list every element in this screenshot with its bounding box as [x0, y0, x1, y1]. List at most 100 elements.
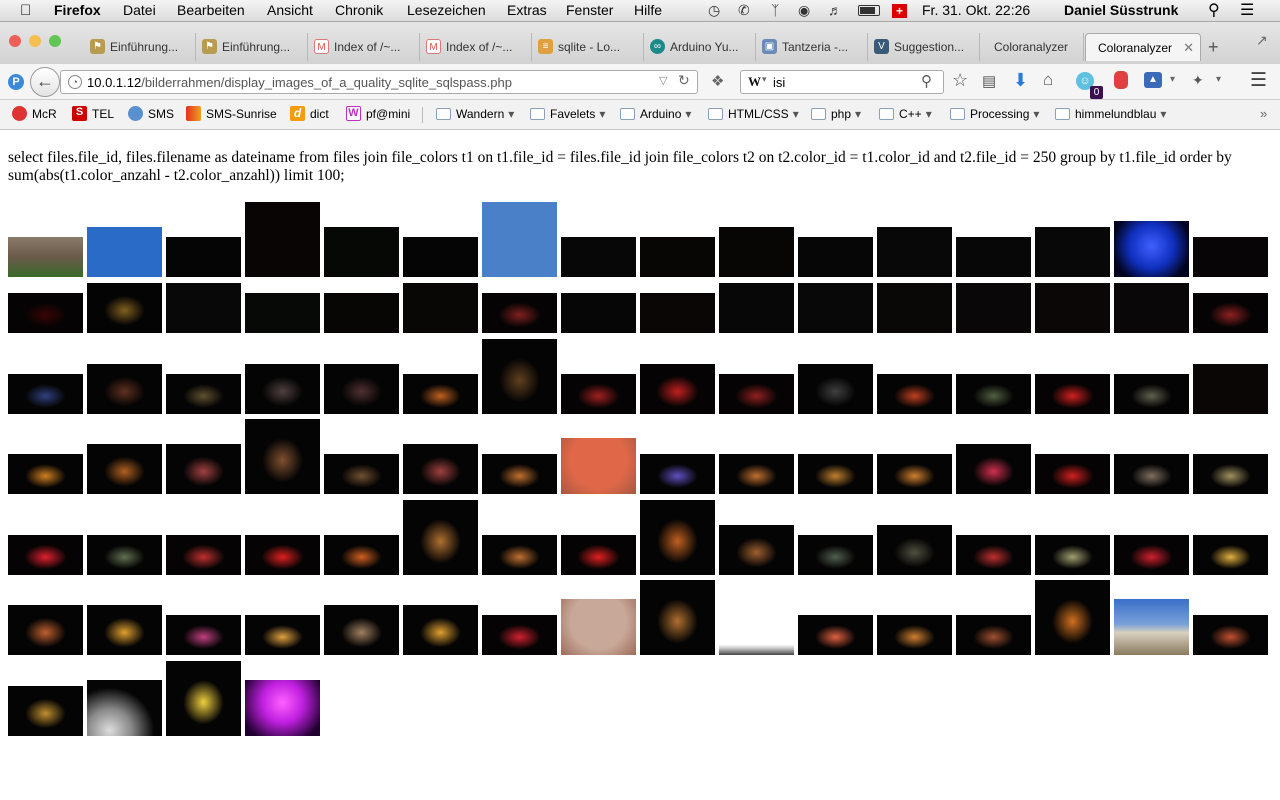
menu-fenster[interactable]: Fenster	[566, 2, 613, 18]
folder-icon	[1055, 108, 1070, 120]
tab-6[interactable]: ∞ Arduino Yu...	[644, 33, 756, 61]
tab-5[interactable]: ≡ sqlite - Lo...	[532, 33, 644, 61]
more-bookmarks-chevron-icon[interactable]: »	[1260, 106, 1267, 121]
s-icon: S	[72, 106, 87, 121]
image-thumbnail	[166, 444, 241, 494]
apple-red-icon	[12, 106, 27, 121]
image-thumbnail	[1114, 283, 1189, 333]
downloads-icon[interactable]: ⬇	[1013, 70, 1028, 91]
image-thumbnail	[8, 605, 83, 655]
screenshot-addon-icon[interactable]: ▲	[1144, 72, 1162, 88]
reload-icon[interactable]: ↻	[678, 72, 690, 89]
battery-icon[interactable]	[858, 5, 880, 16]
apple-logo-icon[interactable]: 	[20, 2, 31, 19]
phone-icon[interactable]: ✆	[738, 2, 750, 19]
image-thumbnail	[324, 535, 399, 575]
tab-7[interactable]: ▣ Tantzeria -...	[756, 33, 868, 61]
swiss-flag-icon[interactable]: +	[892, 4, 907, 18]
tools-dropdown-icon[interactable]: ▾	[1216, 74, 1221, 85]
bookmark-folder-processing[interactable]: Processing	[950, 107, 1039, 121]
bookmark-dict[interactable]: d dict	[290, 106, 329, 121]
image-thumbnail	[245, 419, 320, 494]
image-thumbnail	[87, 227, 162, 277]
bookmark-folder-arduino[interactable]: Arduino	[620, 107, 691, 121]
search-bar[interactable]: W ▾ isi ⚲	[740, 70, 944, 94]
folder-icon	[530, 108, 545, 120]
menu-ansicht[interactable]: Ansicht	[267, 2, 313, 18]
minimize-window-button[interactable]	[29, 35, 41, 47]
wifi-icon[interactable]: ◉	[798, 2, 810, 19]
menu-hilfe[interactable]: Hilfe	[634, 2, 662, 18]
engine-dropdown-icon[interactable]: ▾	[762, 74, 767, 85]
dropdown-arrow-icon[interactable]: ▽	[659, 74, 667, 87]
menu-datei[interactable]: Datei	[123, 2, 156, 18]
menu-hamburger-icon[interactable]: ☰	[1250, 69, 1267, 92]
bookmark-folder-php[interactable]: php	[811, 107, 861, 121]
zoom-window-button[interactable]	[49, 35, 61, 47]
tab-1[interactable]: ⚑ Einführung...	[84, 33, 196, 61]
notification-center-icon[interactable]: ☰	[1240, 0, 1254, 20]
bookmark-folder-himmelundblau[interactable]: himmelundblau	[1055, 107, 1166, 121]
bookmark-folder-favelets[interactable]: Favelets	[530, 107, 605, 121]
volume-icon[interactable]: ♬	[828, 2, 842, 18]
app-menu-firefox[interactable]: Firefox	[54, 2, 101, 18]
image-thumbnail	[403, 237, 478, 277]
jar-addon-icon[interactable]	[1114, 71, 1128, 89]
bookmark-sms-sunrise[interactable]: SMS-Sunrise	[186, 106, 277, 121]
bookmark-label: pf@mini	[366, 107, 411, 121]
menu-lesezeichen[interactable]: Lesezeichen	[407, 2, 486, 18]
close-window-button[interactable]	[9, 35, 21, 47]
sunrise-icon	[186, 106, 201, 121]
bookmark-mcr[interactable]: McR	[12, 106, 57, 121]
menu-bearbeiten[interactable]: Bearbeiten	[177, 2, 245, 18]
bookmark-folder-cpp[interactable]: C++	[879, 107, 932, 121]
tab-3[interactable]: M Index of /~...	[308, 33, 420, 61]
image-thumbnail	[87, 605, 162, 655]
bookmark-label: SMS-Sunrise	[206, 107, 277, 121]
spotlight-icon[interactable]: ⚲	[1208, 0, 1220, 20]
back-button[interactable]: ←	[30, 67, 60, 97]
bookmark-folder-htmlcss[interactable]: HTML/CSS	[708, 107, 799, 121]
bookmark-folder-wandern[interactable]: Wandern	[436, 107, 514, 121]
bookmark-label: himmelundblau	[1075, 107, 1157, 121]
search-icon[interactable]: ⚲	[921, 72, 932, 90]
tab-2[interactable]: ⚑ Einführung...	[196, 33, 308, 61]
menubar-user[interactable]: Daniel Süsstrunk	[1064, 2, 1178, 18]
tools-icon[interactable]: ✦	[1192, 72, 1204, 89]
image-thumbnail	[798, 364, 873, 414]
bookmark-label: php	[831, 107, 852, 121]
home-icon[interactable]: ⌂	[1043, 70, 1053, 90]
new-tab-button[interactable]: +	[1208, 37, 1219, 58]
bookmark-sms[interactable]: SMS	[128, 106, 175, 121]
url-bar[interactable]: ◔ 10.0.1.12/bilderrahmen/display_images_…	[60, 70, 698, 94]
bookmark-star-icon[interactable]: ☆	[952, 70, 968, 91]
addon-tool-icon[interactable]: ❖	[711, 72, 724, 90]
image-thumbnail	[482, 535, 557, 575]
menu-extras[interactable]: Extras	[507, 2, 547, 18]
tab-active[interactable]: Coloranalyzer ✕	[1085, 33, 1201, 61]
tab-4[interactable]: M Index of /~...	[420, 33, 532, 61]
image-thumbnail	[719, 374, 794, 414]
image-thumbnail	[1114, 221, 1189, 277]
bookmark-label: C++	[899, 107, 922, 121]
wikipedia-engine-icon[interactable]: W	[748, 74, 761, 90]
menubar-clock[interactable]: Fr. 31. Okt. 22:26	[922, 2, 1030, 18]
bluetooth-icon[interactable]: ᛉ	[771, 2, 779, 18]
addon-dropdown-icon[interactable]: ▾	[1170, 74, 1175, 85]
p-addon-icon[interactable]: P	[8, 74, 24, 90]
menu-chronik[interactable]: Chronik	[335, 2, 383, 18]
bookmark-label: SMS	[148, 107, 175, 121]
reading-list-icon[interactable]: ▤	[982, 72, 996, 90]
close-tab-icon[interactable]: ✕	[1183, 40, 1194, 56]
time-machine-icon[interactable]: ◷	[708, 2, 720, 19]
fullscreen-icon[interactable]: ↗	[1256, 32, 1268, 49]
bookmark-tel[interactable]: S TEL	[72, 106, 114, 121]
page-icon: M	[426, 39, 441, 54]
tab-8[interactable]: V Suggestion...	[868, 33, 980, 61]
image-thumbnail	[719, 454, 794, 494]
tab-9[interactable]: Coloranalyzer	[980, 33, 1084, 61]
image-thumbnail	[1035, 454, 1110, 494]
bookmark-pfmini[interactable]: Wpf@mini	[346, 106, 411, 121]
image-thumbnail	[719, 640, 794, 655]
image-thumbnail	[877, 454, 952, 494]
